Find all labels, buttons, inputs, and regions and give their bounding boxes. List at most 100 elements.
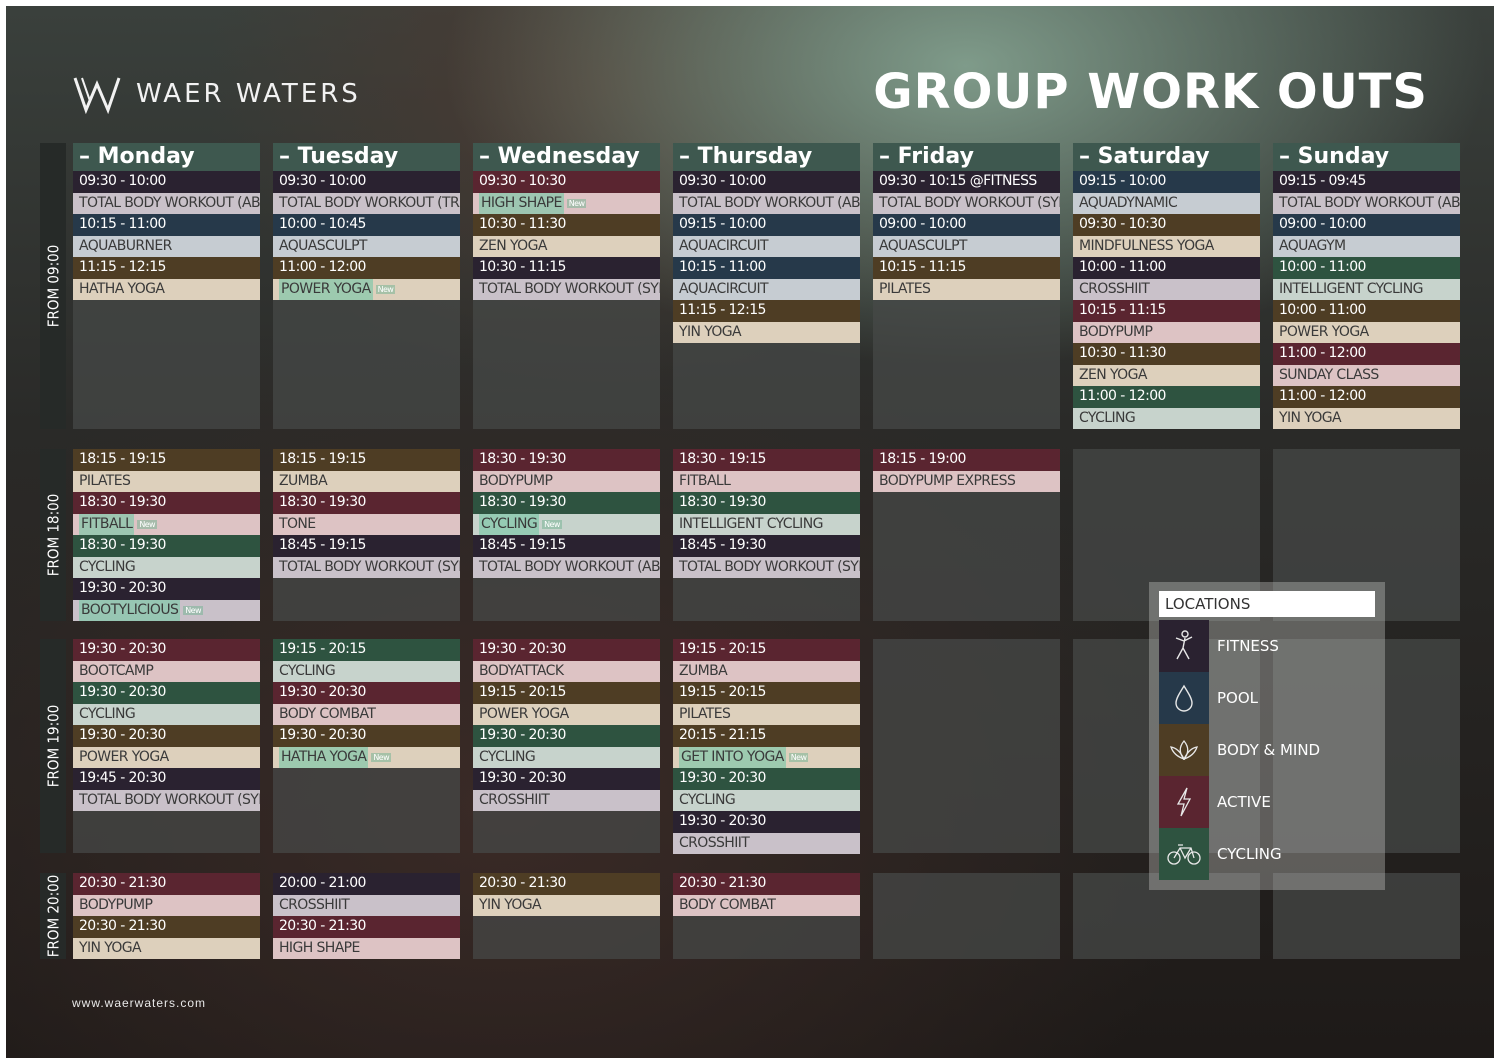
- class-time[interactable]: 18:30 - 19:30: [273, 492, 460, 514]
- class-time[interactable]: 09:30 - 10:30: [1073, 214, 1260, 236]
- class-time[interactable]: 09:30 - 10:15 @FITNESS: [873, 171, 1060, 193]
- class-name[interactable]: TOTAL BODY WORKOUT (ABS&CORE): [73, 192, 260, 214]
- class-name[interactable]: SUNDAY CLASS: [1273, 364, 1460, 386]
- class-name[interactable]: TOTAL BODY WORKOUT (ABS&CORE): [1273, 192, 1460, 214]
- class-time[interactable]: 10:15 - 11:15: [873, 257, 1060, 279]
- class-time[interactable]: 19:30 - 20:30: [73, 682, 260, 704]
- class-time[interactable]: 19:30 - 20:30: [273, 682, 460, 704]
- class-time[interactable]: 10:30 - 11:30: [473, 214, 660, 236]
- class-time[interactable]: 20:30 - 21:30: [673, 873, 860, 895]
- class-name[interactable]: MINDFULNESS YOGA: [1073, 235, 1260, 257]
- class-time[interactable]: 09:15 - 09:45: [1273, 171, 1460, 193]
- class-name[interactable]: CYCLING: [473, 746, 660, 768]
- class-name[interactable]: TONE: [273, 513, 460, 535]
- class-name[interactable]: BOOTCAMP: [73, 660, 260, 682]
- class-name[interactable]: CROSSHIIT: [673, 832, 860, 854]
- class-name[interactable]: BODYPUMP: [73, 894, 260, 916]
- class-time[interactable]: 19:30 - 20:30: [673, 811, 860, 833]
- class-time[interactable]: 18:15 - 19:15: [73, 449, 260, 471]
- class-name[interactable]: PILATES: [73, 470, 260, 492]
- class-time[interactable]: 19:30 - 20:30: [73, 725, 260, 747]
- class-name[interactable]: CROSSHIIT: [273, 894, 460, 916]
- class-time[interactable]: 18:30 - 19:15: [673, 449, 860, 471]
- class-time[interactable]: 18:45 - 19:15: [273, 535, 460, 557]
- class-name[interactable]: HIGH SHAPE New: [473, 192, 660, 214]
- class-name[interactable]: TOTAL BODY WORKOUT (SYNRGY): [73, 789, 260, 811]
- class-time[interactable]: 11:00 - 12:00: [1273, 386, 1460, 408]
- class-name[interactable]: BODYPUMP EXPRESS: [873, 470, 1060, 492]
- class-name[interactable]: POWER YOGA: [73, 746, 260, 768]
- class-time[interactable]: 19:45 - 20:30: [73, 768, 260, 790]
- class-time[interactable]: 10:00 - 11:00: [1273, 300, 1460, 322]
- class-name[interactable]: ZEN YOGA: [473, 235, 660, 257]
- class-time[interactable]: 09:00 - 10:00: [873, 214, 1060, 236]
- class-name[interactable]: AQUASCULPT: [873, 235, 1060, 257]
- class-name[interactable]: BODYPUMP: [1073, 321, 1260, 343]
- class-time[interactable]: 09:30 - 10:00: [673, 171, 860, 193]
- class-time[interactable]: 11:00 - 12:00: [1273, 343, 1460, 365]
- class-name[interactable]: CROSSHIIT: [1073, 278, 1260, 300]
- class-name[interactable]: TOTAL BODY WORKOUT (TRX): [273, 192, 460, 214]
- class-name[interactable]: CYCLING: [273, 660, 460, 682]
- class-name[interactable]: AQUACIRCUIT: [673, 235, 860, 257]
- class-name[interactable]: BODYPUMP: [473, 470, 660, 492]
- class-name[interactable]: AQUASCULPT: [273, 235, 460, 257]
- class-time[interactable]: 09:15 - 10:00: [1073, 171, 1260, 193]
- class-time[interactable]: 18:45 - 19:15: [473, 535, 660, 557]
- class-name[interactable]: PILATES: [673, 703, 860, 725]
- class-name[interactable]: YIN YOGA: [73, 937, 260, 959]
- class-time[interactable]: 18:15 - 19:00: [873, 449, 1060, 471]
- class-time[interactable]: 09:30 - 10:00: [73, 171, 260, 193]
- class-name[interactable]: INTELLIGENT CYCLING: [673, 513, 860, 535]
- class-time[interactable]: 09:30 - 10:00: [273, 171, 460, 193]
- class-name[interactable]: TOTAL BODY WORKOUT (SYNRGY): [673, 556, 860, 578]
- class-name[interactable]: YIN YOGA: [1273, 407, 1460, 429]
- class-time[interactable]: 09:15 - 10:00: [673, 214, 860, 236]
- class-name[interactable]: BODY COMBAT: [273, 703, 460, 725]
- class-time[interactable]: 18:30 - 19:30: [73, 535, 260, 557]
- class-name[interactable]: ZUMBA: [673, 660, 860, 682]
- website-url[interactable]: www.waerwaters.com: [72, 996, 206, 1010]
- class-time[interactable]: 10:00 - 10:45: [273, 214, 460, 236]
- class-name[interactable]: CYCLING: [73, 556, 260, 578]
- class-name[interactable]: TOTAL BODY WORKOUT (SYNRGY): [473, 278, 660, 300]
- class-name[interactable]: FITBALL: [673, 470, 860, 492]
- class-name[interactable]: AQUADYNAMIC: [1073, 192, 1260, 214]
- class-time[interactable]: 19:30 - 20:30: [473, 639, 660, 661]
- class-time[interactable]: 20:30 - 21:30: [73, 873, 260, 895]
- class-time[interactable]: 09:00 - 10:00: [1273, 214, 1460, 236]
- class-name[interactable]: ZEN YOGA: [1073, 364, 1260, 386]
- class-name[interactable]: TOTAL BODY WORKOUT (ABS&CORE): [473, 556, 660, 578]
- class-time[interactable]: 19:30 - 20:30: [73, 639, 260, 661]
- class-name[interactable]: FITBALL New: [73, 513, 260, 535]
- class-time[interactable]: 20:30 - 21:30: [473, 873, 660, 895]
- class-name[interactable]: TOTAL BODY WORKOUT (SYNRGY): [273, 556, 460, 578]
- class-name[interactable]: CYCLING New: [473, 513, 660, 535]
- class-name[interactable]: POWER YOGA New: [273, 278, 460, 300]
- class-time[interactable]: 11:15 - 12:15: [673, 300, 860, 322]
- class-name[interactable]: BOOTYLICIOUS New: [73, 599, 260, 621]
- class-name[interactable]: ZUMBA: [273, 470, 460, 492]
- class-name[interactable]: HIGH SHAPE: [273, 937, 460, 959]
- class-name[interactable]: GET INTO YOGA New: [673, 746, 860, 768]
- class-time[interactable]: 20:30 - 21:30: [273, 916, 460, 938]
- class-time[interactable]: 20:30 - 21:30: [73, 916, 260, 938]
- class-name[interactable]: BODYATTACK: [473, 660, 660, 682]
- class-time[interactable]: 20:00 - 21:00: [273, 873, 460, 895]
- class-name[interactable]: CYCLING: [673, 789, 860, 811]
- class-name[interactable]: AQUAGYM: [1273, 235, 1460, 257]
- class-time[interactable]: 19:30 - 20:30: [473, 725, 660, 747]
- class-name[interactable]: TOTAL BODY WORKOUT (ABS&CORE): [673, 192, 860, 214]
- class-name[interactable]: INTELLIGENT CYCLING: [1273, 278, 1460, 300]
- class-time[interactable]: 10:30 - 11:30: [1073, 343, 1260, 365]
- class-time[interactable]: 10:15 - 11:00: [73, 214, 260, 236]
- class-time[interactable]: 19:15 - 20:15: [273, 639, 460, 661]
- class-time[interactable]: 10:15 - 11:15: [1073, 300, 1260, 322]
- class-time[interactable]: 19:30 - 20:30: [473, 768, 660, 790]
- class-name[interactable]: YIN YOGA: [473, 894, 660, 916]
- class-time[interactable]: 11:15 - 12:15: [73, 257, 260, 279]
- class-time[interactable]: 11:00 - 12:00: [1073, 386, 1260, 408]
- class-time[interactable]: 19:30 - 20:30: [673, 768, 860, 790]
- class-time[interactable]: 20:15 - 21:15: [673, 725, 860, 747]
- class-name[interactable]: TOTAL BODY WORKOUT (SYNRGY): [873, 192, 1060, 214]
